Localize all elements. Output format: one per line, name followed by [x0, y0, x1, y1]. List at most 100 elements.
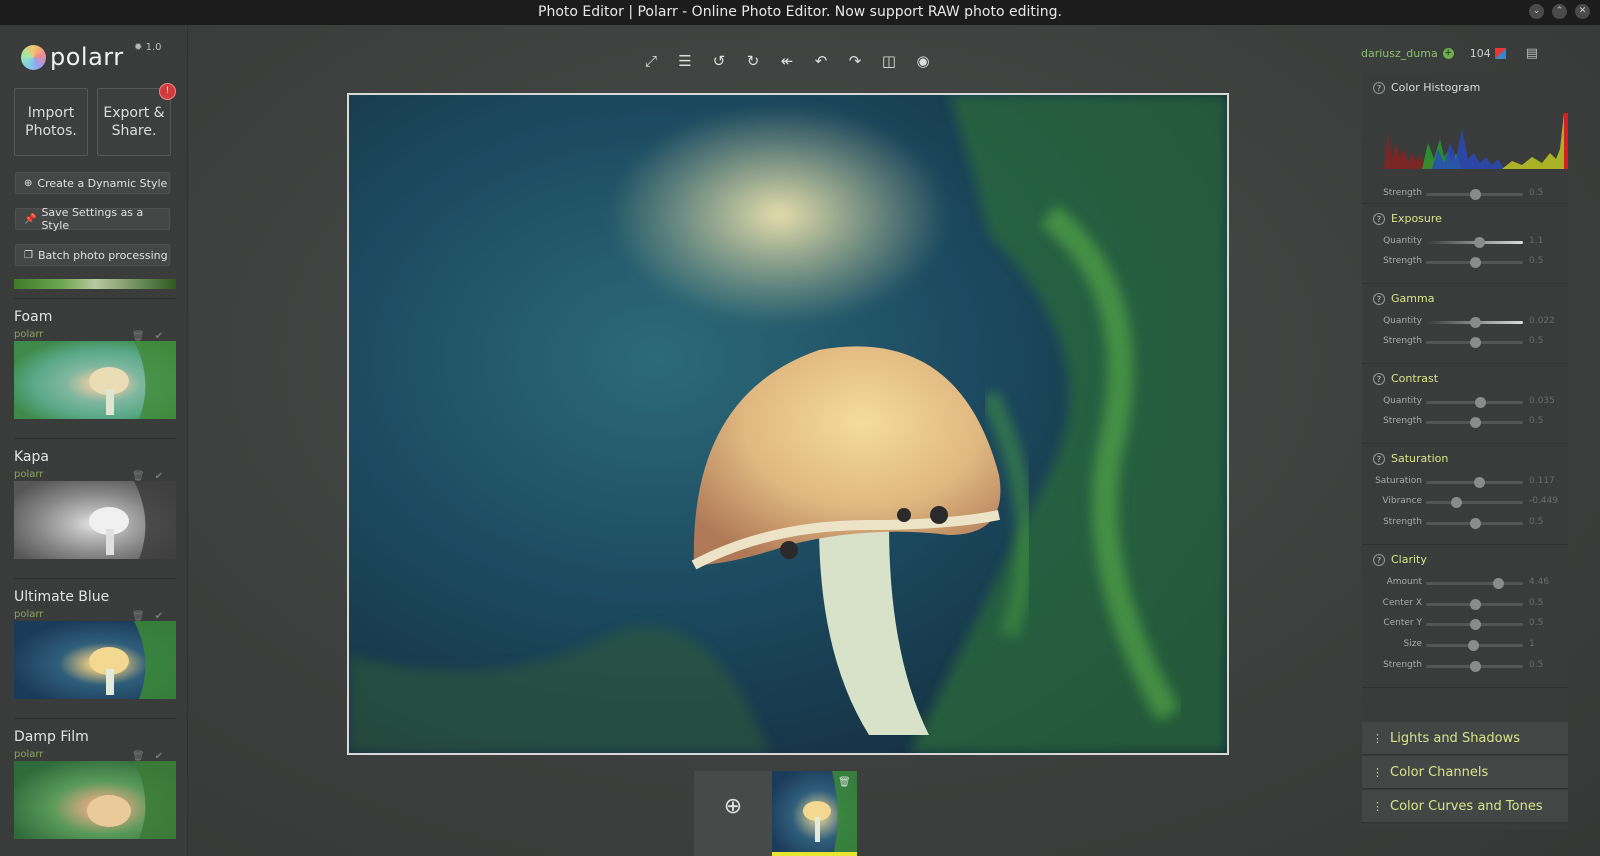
slider-label: Strength — [1383, 660, 1422, 670]
save-settings-style-button[interactable]: 📌 Save Settings as a Style — [15, 206, 170, 232]
slider-row: Strength 0.5 — [1362, 187, 1568, 201]
help-icon[interactable]: ? — [1373, 452, 1385, 465]
version-label: ✹ 1.0 — [134, 42, 162, 53]
help-icon[interactable]: ? — [1373, 212, 1385, 225]
slider-knob[interactable] — [1469, 257, 1481, 268]
slider-track[interactable] — [1426, 518, 1523, 529]
section-gamma: ? Gamma Quantity 0.022 Strength 0.5 — [1362, 284, 1568, 364]
slider-track[interactable] — [1426, 599, 1523, 610]
section-color-curves[interactable]: ⋮ Color Curves and Tones — [1362, 790, 1568, 823]
slider-track[interactable] — [1426, 417, 1523, 428]
slider-knob[interactable] — [1470, 317, 1482, 328]
slider-track[interactable] — [1426, 237, 1523, 248]
slider-track[interactable] — [1426, 640, 1523, 651]
help-icon[interactable]: ? — [1373, 553, 1385, 566]
mushroom-thumb — [89, 341, 176, 419]
slider-knob[interactable] — [1451, 497, 1463, 508]
svg-text:🗑: 🗑 — [838, 776, 851, 788]
film-thumb-selected[interactable]: 🗑 — [772, 771, 857, 856]
drag-handle-icon[interactable]: ⋮ — [1372, 800, 1383, 813]
section-lights-shadows[interactable]: ⋮ Lights and Shadows — [1362, 722, 1568, 755]
minimize-icon[interactable]: ⌄ — [1529, 4, 1544, 19]
drag-handle-icon[interactable]: ⋮ — [1372, 732, 1383, 745]
fullscreen-icon[interactable]: ⤢ — [640, 51, 662, 71]
style-thumbnail[interactable] — [14, 621, 176, 699]
slider-row: Saturation 0.117 — [1362, 475, 1568, 489]
slider-row: Amount 4.46 — [1362, 576, 1568, 590]
slider-knob[interactable] — [1492, 578, 1504, 589]
style-thumb-partial[interactable] — [14, 279, 176, 289]
add-photo-button[interactable]: ⊕ — [694, 771, 772, 856]
redo-icon[interactable]: ↷ — [844, 51, 866, 71]
slider-knob[interactable] — [1469, 337, 1481, 348]
main-photo — [349, 95, 1227, 753]
style-item-foam[interactable]: Foam polarr 🗑 ✔ — [14, 305, 187, 445]
rotate-right-icon[interactable]: ↻ — [742, 51, 764, 71]
reset-icon[interactable]: ↞ — [776, 51, 798, 71]
help-icon[interactable]: ? — [1373, 372, 1385, 385]
slider-track[interactable] — [1426, 257, 1523, 268]
rotate-left-icon[interactable]: ↺ — [708, 51, 730, 71]
help-icon[interactable]: ? — [1373, 292, 1385, 305]
batch-processing-button[interactable]: ❐ Batch photo processing — [15, 244, 170, 266]
slider-label: Strength — [1383, 517, 1422, 527]
section-color-channels[interactable]: ⋮ Color Channels — [1362, 756, 1568, 789]
slider-label: Strength — [1383, 336, 1422, 346]
slider-row: Strength 0.5 — [1362, 255, 1568, 269]
slider-knob[interactable] — [1474, 237, 1486, 248]
style-thumbnail[interactable] — [14, 341, 176, 419]
window-titlebar: Photo Editor | Polarr - Online Photo Edi… — [0, 0, 1600, 25]
style-thumbnail[interactable] — [14, 481, 176, 559]
style-item-kapa[interactable]: Kapa polarr 🗑 ✔ — [14, 445, 187, 585]
style-item-ultimate-blue[interactable]: Ultimate Blue polarr 🗑 ✔ — [14, 585, 187, 725]
slider-track[interactable] — [1426, 397, 1523, 408]
slider-track[interactable] — [1426, 619, 1523, 630]
slider-label: Quantity — [1383, 236, 1422, 246]
flag-icon[interactable] — [1494, 47, 1506, 59]
slider-value: 4.46 — [1529, 577, 1550, 587]
slider-track[interactable] — [1426, 497, 1523, 508]
slider-track[interactable] — [1426, 317, 1523, 328]
username-link[interactable]: dariusz_duma — [1361, 47, 1438, 60]
slider-knob[interactable] — [1469, 599, 1481, 610]
align-icon[interactable]: ☰ — [674, 51, 696, 71]
section-title: ? Clarity — [1373, 553, 1427, 566]
photo-canvas[interactable] — [347, 93, 1229, 755]
drag-handle-icon[interactable]: ⋮ — [1372, 766, 1383, 779]
close-icon[interactable]: ✕ — [1575, 4, 1590, 19]
slider-knob[interactable] — [1475, 397, 1487, 408]
compare-split-icon[interactable]: ◫ — [878, 51, 900, 71]
slider-track[interactable] — [1426, 578, 1523, 589]
panel-menu-icon[interactable]: ▤ — [1526, 46, 1538, 61]
slider-knob[interactable] — [1469, 661, 1481, 672]
slider-knob[interactable] — [1469, 417, 1481, 428]
slider-track[interactable] — [1426, 337, 1523, 348]
add-account-icon[interactable]: + — [1442, 47, 1454, 59]
style-list: Foam polarr 🗑 ✔ Kapa polarr 🗑 ✔ Ultimate B… — [0, 305, 187, 856]
slider-label: Center X — [1382, 598, 1422, 608]
undo-icon[interactable]: ↶ — [810, 51, 832, 71]
import-photos-button[interactable]: Import Photos. — [14, 88, 88, 156]
help-icon[interactable]: ? — [1373, 81, 1385, 94]
slider-knob[interactable] — [1474, 477, 1486, 488]
user-bar: dariusz_duma + 104 ▤ — [1361, 43, 1571, 63]
export-share-button[interactable]: Export & Share. ! — [97, 83, 176, 156]
maximize-icon[interactable]: ⌃ — [1552, 4, 1567, 19]
slider-knob[interactable] — [1467, 640, 1479, 651]
export-badge: ! — [159, 83, 176, 100]
slider-knob[interactable] — [1469, 619, 1481, 630]
slider-track[interactable] — [1426, 477, 1523, 488]
slider-value: 0.5 — [1529, 517, 1544, 527]
section-title: ? Gamma — [1373, 292, 1434, 305]
style-thumbnail[interactable] — [14, 761, 176, 839]
slider-value: 0.5 — [1529, 598, 1544, 608]
create-dynamic-style-button[interactable]: ⊕ Create a Dynamic Style — [15, 172, 170, 194]
slider-track[interactable] — [1426, 189, 1523, 200]
slider-knob[interactable] — [1469, 518, 1481, 529]
slider-knob[interactable] — [1469, 189, 1481, 200]
slider-label: Amount — [1386, 577, 1422, 587]
slider-row: Quantity 0.022 — [1362, 315, 1568, 329]
style-item-damp-film[interactable]: Damp Film polarr 🗑 ✔ — [14, 725, 187, 856]
slider-track[interactable] — [1426, 661, 1523, 672]
preview-eye-icon[interactable]: ◉ — [912, 51, 934, 71]
